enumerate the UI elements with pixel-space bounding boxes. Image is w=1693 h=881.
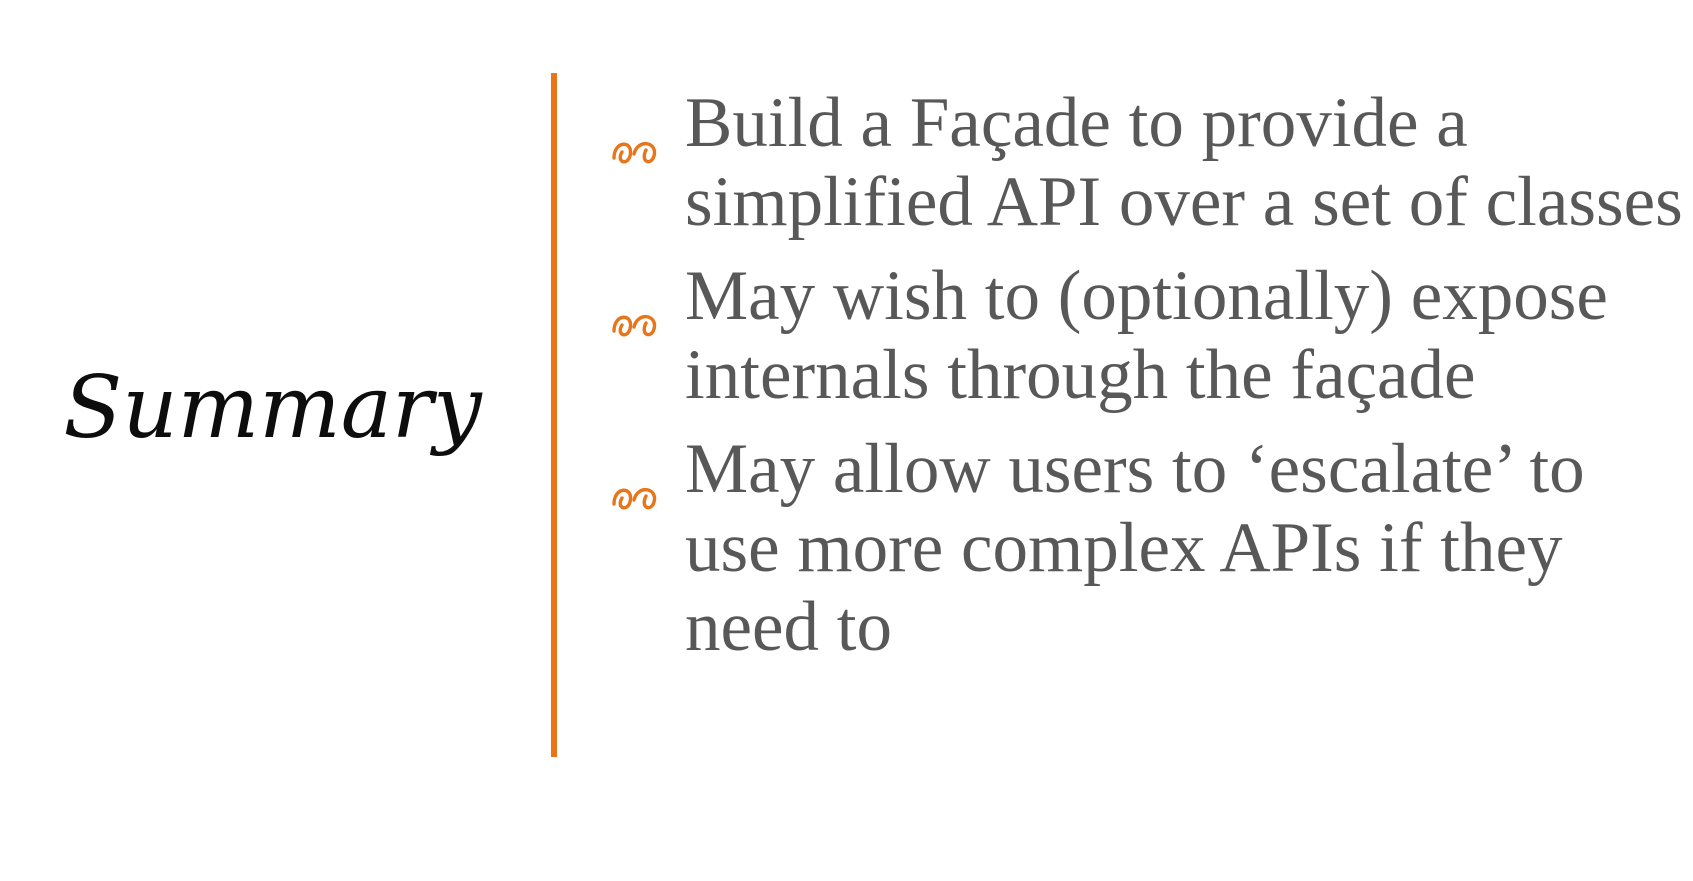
swirl-ornament-icon bbox=[608, 452, 662, 510]
slide-title: Summary bbox=[63, 358, 482, 458]
bullet-text: Build a Façade to provide a simplified A… bbox=[685, 84, 1683, 241]
bullet-text: May allow users to ‘escalate’ to use mor… bbox=[685, 430, 1585, 666]
bullet-item: May allow users to ‘escalate’ to use mor… bbox=[608, 430, 1683, 667]
bullet-list: Build a Façade to provide a simplified A… bbox=[608, 84, 1683, 667]
bullet-item: Build a Façade to provide a simplified A… bbox=[608, 84, 1683, 242]
bullet-item: May wish to (optionally) expose internal… bbox=[608, 257, 1683, 415]
slide: Summary Build a Façade to provide a simp… bbox=[0, 0, 1693, 881]
swirl-ornament-icon bbox=[608, 279, 662, 337]
bullet-text: May wish to (optionally) expose internal… bbox=[685, 257, 1608, 414]
vertical-divider bbox=[551, 73, 557, 757]
swirl-ornament-icon bbox=[608, 106, 662, 164]
